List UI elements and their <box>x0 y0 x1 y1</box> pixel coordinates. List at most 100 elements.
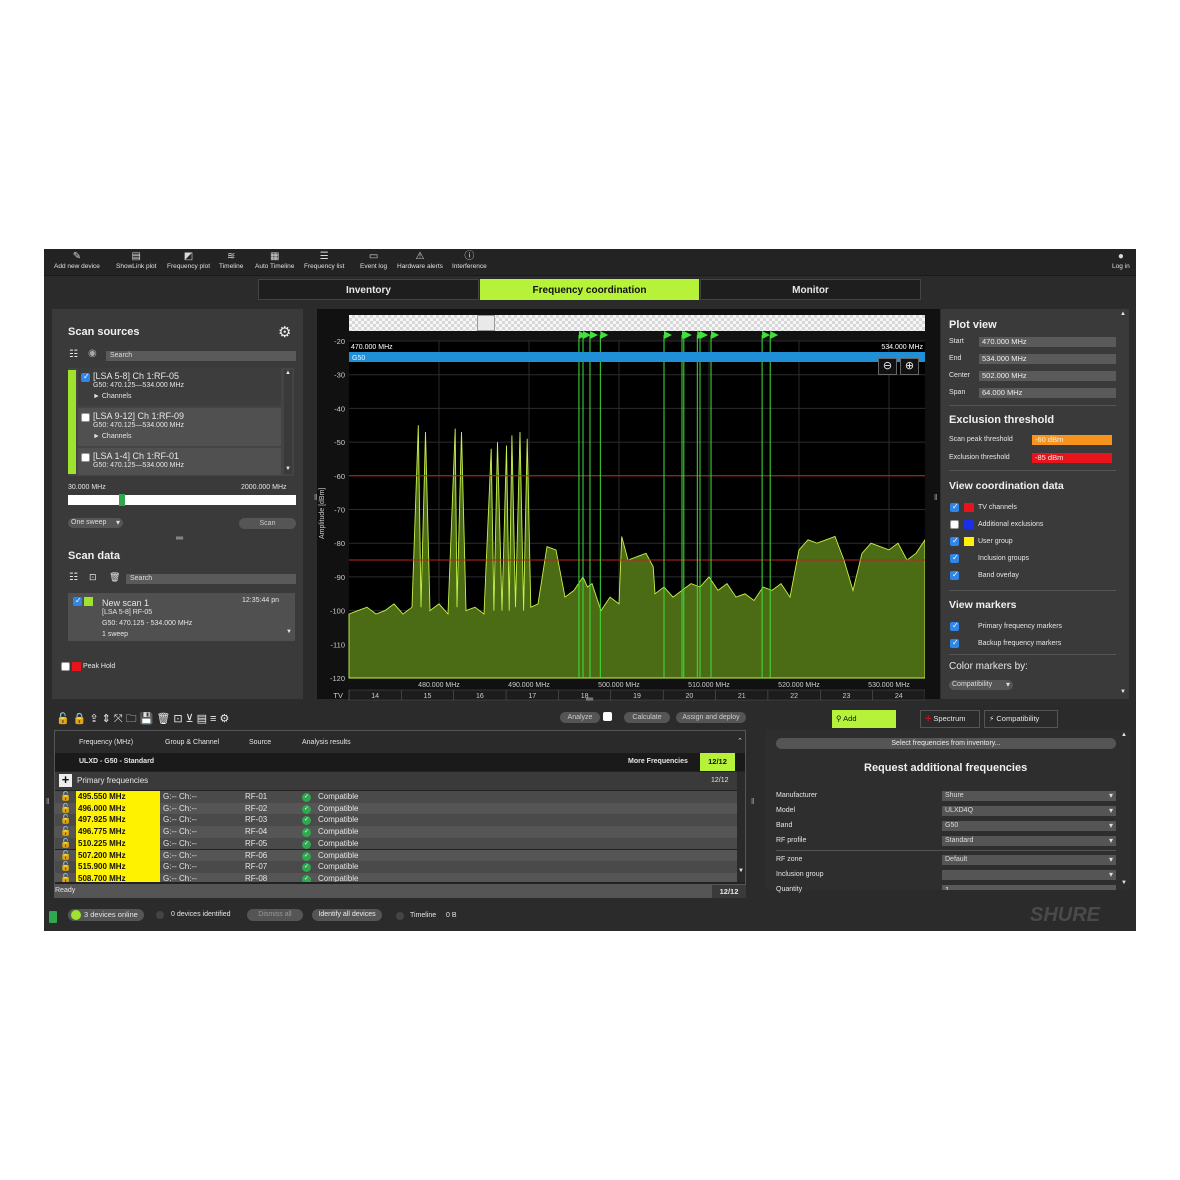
channels-expander[interactable]: ► Channels <box>93 393 131 400</box>
peak-hold-checkbox[interactable] <box>61 662 70 671</box>
scroll-up-icon[interactable]: ▲ <box>1121 732 1127 738</box>
scan-checkbox[interactable] <box>73 596 82 606</box>
frequency-cell[interactable]: 496.000 MHz <box>76 802 160 815</box>
source-checkbox[interactable] <box>81 372 90 382</box>
event-log-tool[interactable]: ▭ Event log <box>360 251 387 270</box>
gear-icon[interactable]: ⚙ <box>219 713 232 725</box>
frequency-range-slider[interactable] <box>68 494 296 506</box>
left-table-splitter[interactable]: ‖ <box>46 797 49 806</box>
showlink-plot-tool[interactable]: ▤ ShowLink plot <box>116 251 156 270</box>
export-icon[interactable]: ⇪ <box>89 713 101 725</box>
scan-data-search[interactable]: Search <box>126 574 296 584</box>
table-scrollbar[interactable]: ▼ <box>737 772 745 882</box>
inclusion-groups-checkbox[interactable] <box>950 553 959 563</box>
manufacturer-select[interactable]: Shure <box>942 791 1116 801</box>
color-markers-select[interactable]: Compatibility <box>949 680 1013 690</box>
devices-online-badge[interactable]: 3 devices online <box>68 909 144 921</box>
frequency-cell[interactable]: 510.225 MHz <box>76 837 160 850</box>
record-icon[interactable]: ◉ <box>88 348 97 359</box>
backup-markers-checkbox[interactable] <box>950 638 959 648</box>
quantity-field[interactable]: 1 <box>942 885 1116 890</box>
frequency-cell[interactable]: 495.550 MHz <box>76 791 160 803</box>
scroll-down-icon[interactable]: ▼ <box>738 868 744 874</box>
unlock-icon[interactable]: 🔓 <box>60 826 71 838</box>
scan-peak-threshold-field[interactable]: -60 dBm <box>1032 435 1112 445</box>
channels-expander[interactable]: ► Channels <box>93 433 131 440</box>
model-select[interactable]: ULXD4Q <box>942 806 1116 816</box>
frequency-marker-flag[interactable] <box>589 331 598 339</box>
band-overlay-checkbox[interactable] <box>950 570 959 580</box>
table-row[interactable]: 🔓 497.925 MHz G:-- Ch:-- RF-03 ✓ Compatible <box>55 814 737 827</box>
login-tool[interactable]: ● Log in <box>1112 251 1130 270</box>
table-row[interactable]: 🔓 515.900 MHz G:-- Ch:-- RF-07 ✓ Compatible <box>55 861 737 873</box>
overview-window[interactable] <box>477 315 495 331</box>
analyze-checkbox[interactable] <box>603 712 612 721</box>
plot-center-field[interactable]: 502.000 MHz <box>979 371 1116 381</box>
unlock-icon[interactable]: 🔓 <box>60 873 71 882</box>
band-select[interactable]: G50 <box>942 821 1116 831</box>
frequency-marker-flag[interactable] <box>711 331 720 339</box>
select-from-inventory-button[interactable]: Select frequencies from inventory... <box>776 738 1116 749</box>
primary-markers-checkbox[interactable] <box>950 621 959 631</box>
dismiss-all-button[interactable]: Dismiss all <box>247 909 303 921</box>
range-slider-thumb[interactable] <box>119 494 125 506</box>
frequency-cell[interactable]: 508.700 MHz <box>76 872 160 882</box>
right-table-splitter[interactable]: ‖ <box>751 797 754 806</box>
overview-strip[interactable] <box>349 315 925 331</box>
frequency-list-tool[interactable]: ☰ Frequency list <box>304 251 344 270</box>
calculate-button[interactable]: Calculate <box>624 712 670 723</box>
frequency-cell[interactable]: 507.200 MHz <box>76 849 160 862</box>
frequency-marker-flag[interactable] <box>762 331 771 339</box>
folder-icon[interactable]: 🗀 <box>126 713 140 725</box>
identify-all-button[interactable]: Identify all devices <box>312 909 382 921</box>
right-splitter-handle[interactable]: ‖ <box>934 493 937 502</box>
source-checkbox[interactable] <box>81 453 90 462</box>
scroll-down-icon[interactable]: ▼ <box>286 629 292 635</box>
import-icon[interactable]: ⊡ <box>89 572 97 583</box>
source-checkbox[interactable] <box>81 413 90 422</box>
plot-span-field[interactable]: 64.000 MHz <box>979 388 1116 398</box>
import-icon[interactable]: ⊡ <box>173 713 185 725</box>
trash-icon[interactable]: 🗑 <box>156 713 173 725</box>
table-row[interactable]: 🔓 496.000 MHz G:-- Ch:-- RF-02 ✓ Compatible <box>55 802 737 815</box>
scan-sources-search[interactable]: Search <box>106 351 296 361</box>
list-item[interactable]: [LSA 9-12] Ch 1:RF-09 G50: 470.125—534.0… <box>78 408 281 446</box>
unlock-icon[interactable]: 🔓 <box>60 861 71 873</box>
assign-deploy-button[interactable]: Assign and deploy <box>676 712 746 723</box>
zoom-out-icon[interactable]: ⊖ <box>878 358 897 375</box>
plot-start-field[interactable]: 470.000 MHz <box>979 337 1116 347</box>
tab-frequency-coordination[interactable]: Frequency coordination <box>480 279 699 300</box>
collapse-chevron-icon[interactable]: ⌃ <box>737 737 743 745</box>
frequency-plot-tool[interactable]: ◩ Frequency plot <box>167 251 210 270</box>
scroll-down-icon[interactable]: ▼ <box>1120 689 1126 695</box>
tab-monitor[interactable]: Monitor <box>700 279 921 300</box>
hardware-alerts-tool[interactable]: ⚠ Hardware alerts <box>397 251 443 270</box>
table-row[interactable]: 🔓 510.225 MHz G:-- Ch:-- RF-05 ✓ Compatible <box>55 837 737 850</box>
unlock-icon[interactable]: 🔓 <box>60 838 71 850</box>
frequency-marker-flag[interactable] <box>600 331 609 339</box>
form-scrollbar[interactable]: ▲ ▼ <box>1120 732 1128 888</box>
lock-icon[interactable]: 🔒 <box>73 713 90 725</box>
scroll-up-icon[interactable]: ▲ <box>1120 311 1126 317</box>
splitter-handle[interactable]: ═ <box>176 533 183 544</box>
scroll-down-icon[interactable]: ▼ <box>1121 880 1127 886</box>
trash-icon[interactable]: 🗑 <box>109 572 120 583</box>
scroll-up-icon[interactable]: ▲ <box>285 370 291 376</box>
rf-profile-select[interactable]: Standard <box>942 836 1116 846</box>
primary-frequencies-row[interactable]: + Primary frequencies 12/12 <box>55 772 737 790</box>
add-device-tool[interactable]: ✎ Add new device <box>54 251 100 270</box>
add-icon[interactable]: + <box>59 773 72 787</box>
tab-compatibility[interactable]: ⚡ Compatibility <box>984 710 1058 728</box>
report-icon[interactable]: ▤ <box>197 713 210 725</box>
timeline-tool[interactable]: ≋ Timeline <box>219 251 243 270</box>
rf-zone-select[interactable]: Default <box>942 855 1116 865</box>
tab-inventory[interactable]: Inventory <box>258 279 479 300</box>
tab-spectrum[interactable]: ✢ Spectrum <box>920 710 980 728</box>
bottom-splitter-handle[interactable]: ═ <box>586 694 593 705</box>
list-filter-icon[interactable]: ☷ <box>69 572 78 583</box>
scan-button[interactable]: Scan <box>239 518 296 529</box>
tv-channels-checkbox[interactable] <box>950 502 959 512</box>
scroll-down-icon[interactable]: ▼ <box>285 466 291 472</box>
interference-tool[interactable]: ⓘ Interference <box>452 251 487 270</box>
frequency-marker-flag[interactable] <box>700 331 708 339</box>
